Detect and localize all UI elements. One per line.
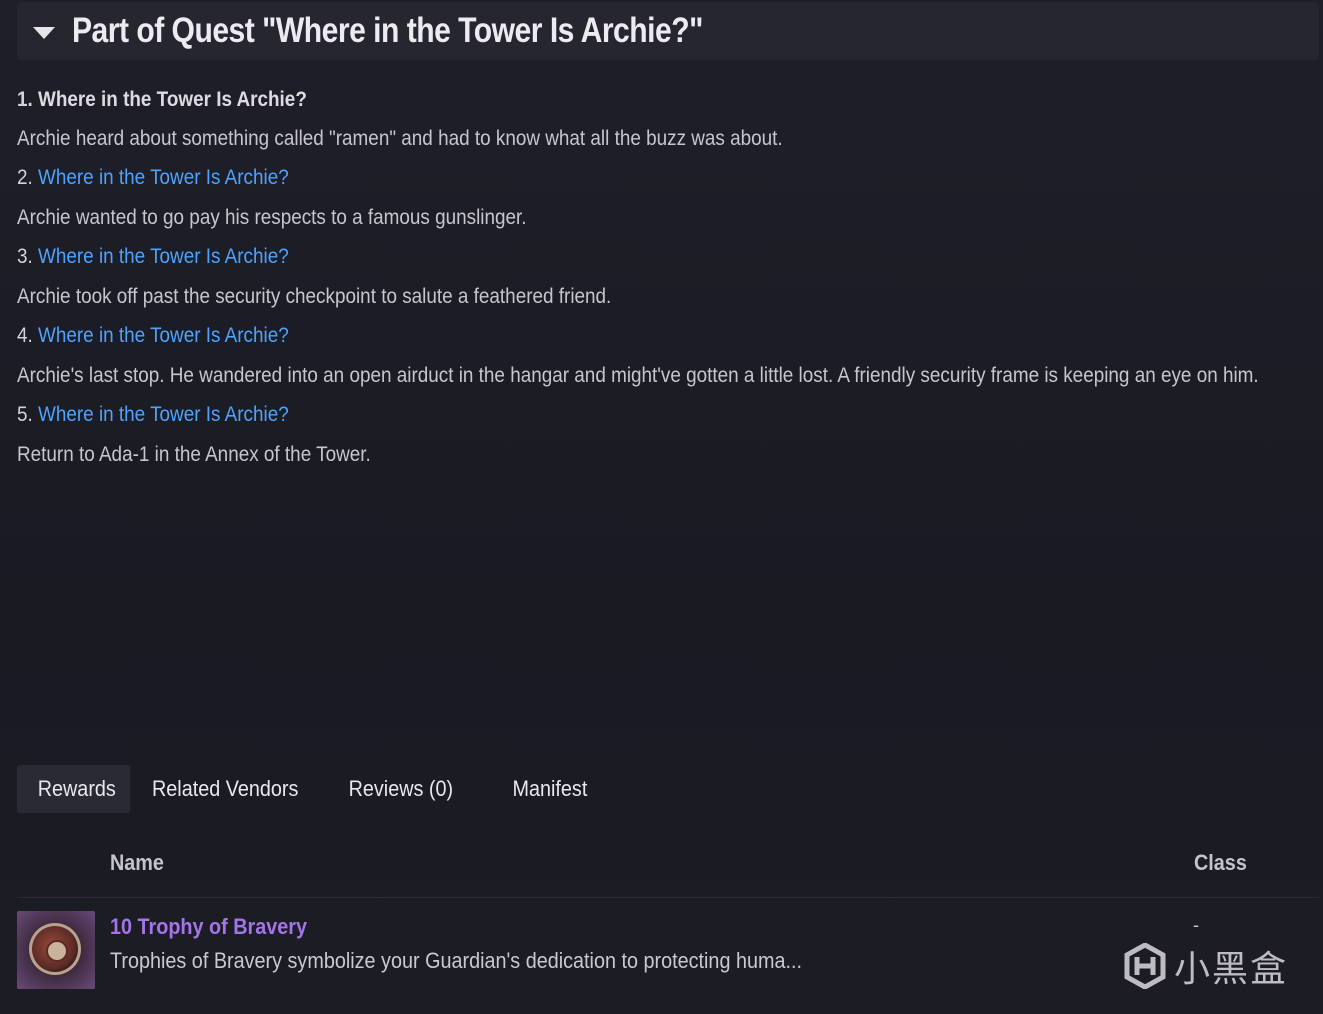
step-description: Archie's last stop. He wandered into an … xyxy=(17,364,1259,387)
step-heading: 1. Where in the Tower Is Archie? xyxy=(17,84,1187,116)
step-link[interactable]: Where in the Tower Is Archie? xyxy=(38,245,289,268)
step-number: 5. xyxy=(17,403,39,426)
rewards-table-header: Name Class xyxy=(17,845,1319,898)
reward-name-link[interactable]: 10 Trophy of Bravery xyxy=(110,914,307,940)
column-header-class[interactable]: Class xyxy=(1194,850,1247,876)
quest-title: Part of Quest "Where in the Tower Is Arc… xyxy=(72,11,703,50)
tab-bar: Rewards Related Vendors Reviews (0) Mani… xyxy=(17,765,617,813)
step-number: 2. xyxy=(17,166,39,189)
reward-class: - xyxy=(1193,915,1199,935)
caret-down-icon[interactable] xyxy=(33,26,55,39)
step-number: 1. xyxy=(17,88,39,111)
tab-related-vendors[interactable]: Related Vendors xyxy=(143,765,301,813)
tab-rewards[interactable]: Rewards xyxy=(17,765,131,813)
step-description: Archie heard about something called "ram… xyxy=(17,127,783,150)
step-link[interactable]: Where in the Tower Is Archie? xyxy=(38,166,289,189)
trophy-of-bravery-icon[interactable] xyxy=(17,911,95,989)
step-link[interactable]: Where in the Tower Is Archie? xyxy=(38,403,289,426)
quest-header[interactable]: Part of Quest "Where in the Tower Is Arc… xyxy=(17,2,1319,60)
step-heading: 2. Where in the Tower Is Archie? xyxy=(17,162,1187,194)
step-heading: 3. Where in the Tower Is Archie? xyxy=(17,241,1187,273)
watermark-text: 小黑盒 xyxy=(1174,949,1289,990)
xiaoheihe-logo-icon xyxy=(1124,942,1166,990)
step-heading: 5. Where in the Tower Is Archie? xyxy=(17,399,1187,431)
column-header-name[interactable]: Name xyxy=(110,850,164,876)
watermark: 小黑盒 xyxy=(1124,940,1288,992)
step-description: Return to Ada-1 in the Annex of the Towe… xyxy=(17,443,371,466)
step-description: Archie took off past the security checkp… xyxy=(17,285,612,308)
step-title: Where in the Tower Is Archie? xyxy=(38,88,307,111)
step-heading: 4. Where in the Tower Is Archie? xyxy=(17,320,1187,352)
step-link[interactable]: Where in the Tower Is Archie? xyxy=(38,324,289,347)
reward-description: Trophies of Bravery symbolize your Guard… xyxy=(110,948,802,973)
quest-steps: 1. Where in the Tower Is Archie? Archie … xyxy=(17,78,1317,471)
step-number: 3. xyxy=(17,245,39,268)
step-number: 4. xyxy=(17,324,39,347)
step-description: Archie wanted to go pay his respects to … xyxy=(17,206,527,229)
tab-manifest[interactable]: Manifest xyxy=(472,765,603,813)
tab-reviews[interactable]: Reviews (0) xyxy=(318,765,457,813)
